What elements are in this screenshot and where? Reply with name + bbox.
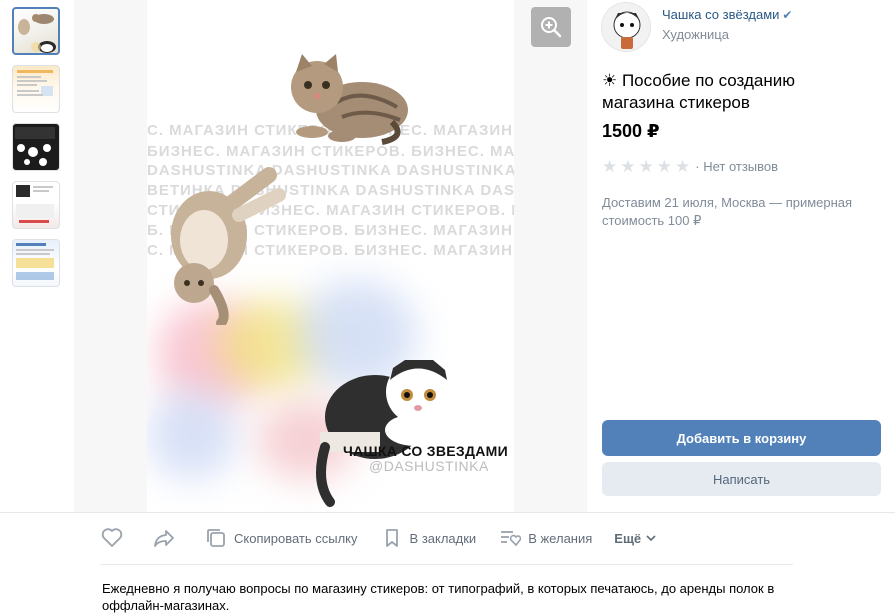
zoom-button[interactable]	[531, 7, 571, 47]
bookmark-button[interactable]: В закладки	[380, 526, 477, 550]
product-title: ☀ Пособие по созданию магазина стикеров	[602, 71, 795, 112]
more-button[interactable]: Ещё	[614, 531, 656, 546]
thumbnail-2[interactable]	[12, 65, 60, 113]
gift-icon	[498, 526, 522, 550]
bookmark-label[interactable]: В закладки	[410, 531, 477, 546]
tabby-cat-illustration	[291, 54, 408, 145]
shop-name[interactable]: Чашка со звёздами	[662, 7, 779, 22]
document-thumbnail-image	[17, 70, 53, 96]
divider	[0, 512, 895, 513]
wishlist-label[interactable]: В желания	[528, 531, 592, 546]
product-image-viewer[interactable]: С. МАГАЗИН СТИКЕРОВ. БИЗНЕС. МАГАЗИН СТИ…	[74, 0, 587, 512]
add-to-cart-button[interactable]: Добавить в корзину	[602, 420, 881, 456]
copy-link-button[interactable]: Скопировать ссылку	[204, 526, 358, 550]
playful-cat-illustration	[171, 167, 286, 325]
star-icon: ★	[675, 157, 691, 176]
write-message-button[interactable]: Написать	[602, 462, 881, 496]
product-price: 1500 ₽	[602, 121, 660, 141]
image-caption-handle: @DASHUSTINKA	[369, 458, 489, 474]
color-blob	[147, 390, 237, 480]
share-button[interactable]	[152, 526, 182, 550]
thumbnail-strip	[0, 0, 74, 512]
star-icon: ★	[656, 157, 672, 176]
delivery-info: Доставим 21 июля, Москва — примерная сто…	[602, 195, 853, 228]
product-description: Ежедневно я получаю вопросы по магазину …	[102, 581, 775, 613]
black-white-cat-illustration	[316, 360, 450, 507]
divider	[100, 564, 793, 565]
page-thumbnail-image	[16, 243, 54, 280]
action-bar: Скопировать ссылку В закладки В желания …	[100, 520, 678, 556]
cat-thumbnail-image	[18, 14, 56, 53]
shop-role: Художница	[662, 27, 729, 42]
like-button[interactable]	[100, 526, 130, 550]
product-photo: С. МАГАЗИН СТИКЕРОВ. БИЗНЕС. МАГАЗИН СТИ…	[147, 0, 514, 512]
avatar-image	[613, 11, 641, 49]
thumbnail-1[interactable]	[12, 7, 60, 55]
star-icon: ★	[620, 157, 636, 176]
thumbnail-3[interactable]	[12, 123, 60, 171]
thumbnail-5[interactable]	[12, 239, 60, 287]
more-label[interactable]: Ещё	[614, 531, 641, 546]
bookmark-icon	[380, 526, 404, 550]
reviews-count[interactable]: · Нет отзывов	[695, 159, 778, 174]
copy-icon	[204, 526, 228, 550]
pattern-thumbnail-image	[15, 127, 55, 166]
verified-icon: ✔	[782, 8, 793, 22]
product-info-panel: Чашка со звёздами ✔ Художница ☀ Пособие п…	[587, 0, 895, 512]
image-caption-title: ЧАШКА СО ЗВЕЗДАМИ	[343, 443, 508, 459]
copy-link-label[interactable]: Скопировать ссылку	[234, 531, 358, 546]
thumbnail-4[interactable]	[12, 181, 60, 229]
star-icon: ★	[638, 157, 654, 176]
zoom-in-icon	[541, 17, 562, 38]
chevron-down-icon	[646, 534, 656, 542]
shop-avatar[interactable]	[601, 2, 651, 52]
share-icon	[152, 526, 176, 550]
shop-name-link[interactable]: Чашка со звёздами ✔	[662, 7, 792, 22]
wishlist-button[interactable]: В желания	[498, 526, 592, 550]
heart-icon	[100, 526, 124, 550]
star-icon: ★	[602, 157, 618, 176]
page-thumbnail-image	[16, 185, 54, 223]
rating-stars: ★ ★ ★ ★ ★ · Нет отзывов	[602, 158, 778, 175]
